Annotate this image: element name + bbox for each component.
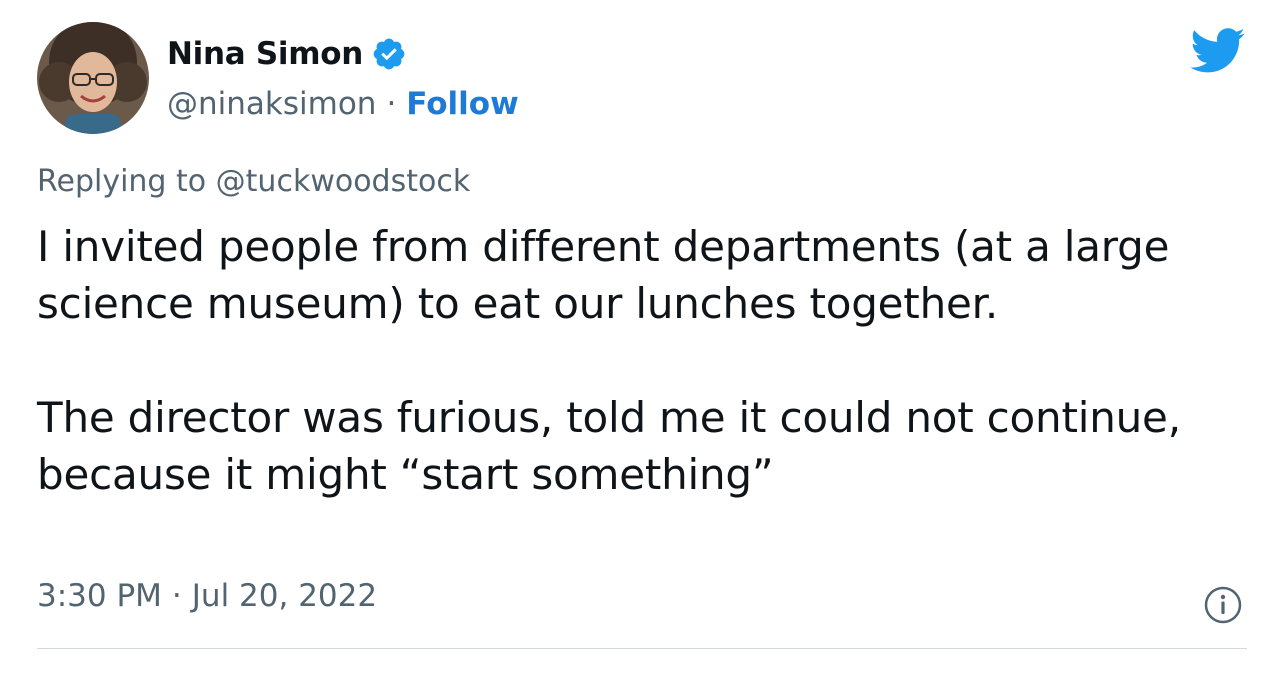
info-icon[interactable]	[1203, 585, 1243, 625]
timestamp-separator: ·	[171, 578, 182, 614]
tweet-card: Nina Simon @ninaksimon · Follow Replying…	[0, 0, 1280, 674]
handle-row: @ninaksimon · Follow	[167, 80, 519, 128]
author-display-name[interactable]: Nina Simon	[167, 36, 363, 72]
replying-prefix: Replying to	[37, 164, 216, 199]
tweet-header: Nina Simon @ninaksimon · Follow	[37, 22, 519, 134]
tweet-date: Jul 20, 2022	[191, 578, 378, 614]
avatar[interactable]	[37, 22, 149, 134]
twitter-bird-icon[interactable]	[1190, 28, 1246, 74]
verified-badge-icon	[371, 36, 407, 72]
tweet-timestamp[interactable]: 3:30 PM · Jul 20, 2022	[37, 578, 377, 614]
follow-button[interactable]: Follow	[406, 86, 518, 122]
author-handle[interactable]: @ninaksimon	[167, 86, 376, 122]
tweet-time: 3:30 PM	[37, 578, 162, 614]
display-name-row: Nina Simon	[167, 28, 519, 80]
handle-separator: ·	[386, 86, 397, 122]
avatar-image	[37, 22, 149, 134]
tweet-text: I invited people from different departme…	[37, 218, 1237, 503]
divider	[37, 648, 1247, 649]
reply-to-handle[interactable]: @tuckwoodstock	[216, 164, 471, 199]
tweet-paragraph: The director was furious, told me it cou…	[37, 393, 1181, 499]
author-names: Nina Simon @ninaksimon · Follow	[167, 28, 519, 128]
tweet-paragraph: I invited people from different departme…	[37, 222, 1170, 328]
replying-to: Replying to @tuckwoodstock	[37, 164, 470, 199]
